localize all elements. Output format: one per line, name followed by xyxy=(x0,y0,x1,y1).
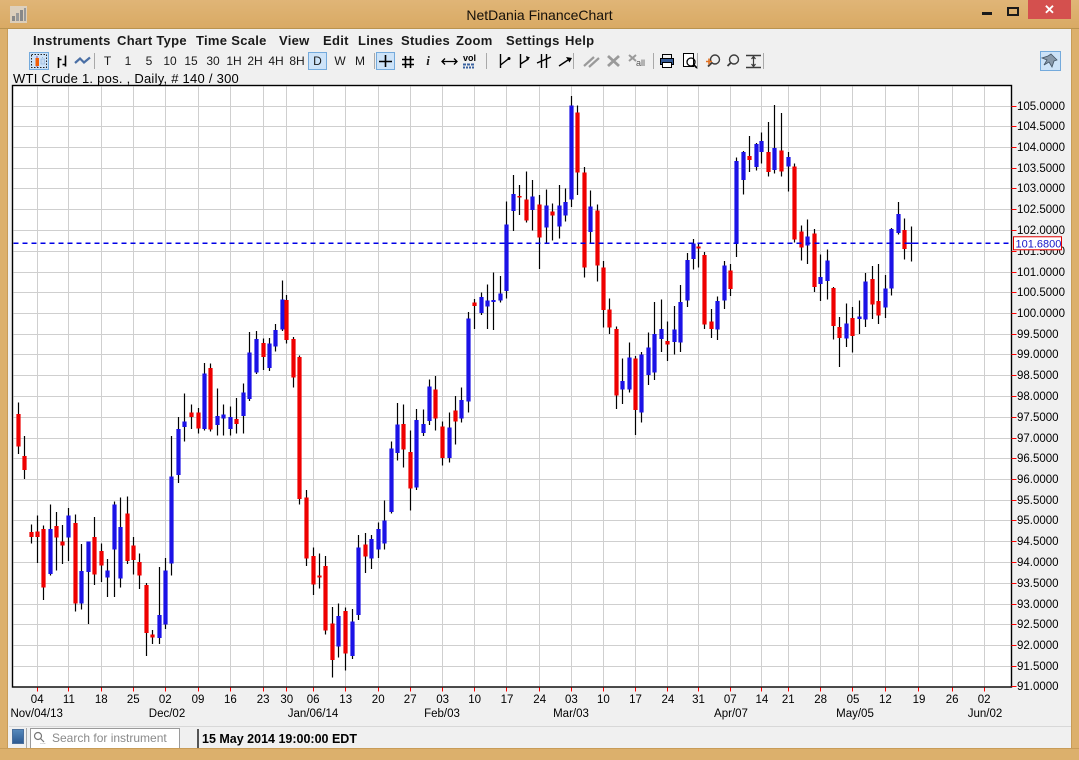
svg-text:11: 11 xyxy=(63,694,75,706)
svg-text:101.0000: 101.0000 xyxy=(1017,267,1065,279)
svg-text:19: 19 xyxy=(913,694,926,706)
svg-text:May/05: May/05 xyxy=(836,708,874,720)
svg-text:25: 25 xyxy=(127,694,140,706)
svg-text:17: 17 xyxy=(629,694,642,706)
svg-text:16: 16 xyxy=(224,694,237,706)
svg-text:94.0000: 94.0000 xyxy=(1017,557,1059,569)
svg-text:100.5000: 100.5000 xyxy=(1017,287,1065,299)
svg-text:104.0000: 104.0000 xyxy=(1017,142,1065,154)
svg-text:04: 04 xyxy=(31,694,44,706)
svg-text:02: 02 xyxy=(978,694,991,706)
svg-text:03: 03 xyxy=(565,694,578,706)
svg-text:99.0000: 99.0000 xyxy=(1017,349,1059,361)
svg-text:13: 13 xyxy=(339,694,352,706)
svg-text:23: 23 xyxy=(257,694,270,706)
svg-text:103.5000: 103.5000 xyxy=(1017,163,1065,175)
svg-text:28: 28 xyxy=(814,694,827,706)
svg-text:97.5000: 97.5000 xyxy=(1017,412,1059,424)
svg-text:96.0000: 96.0000 xyxy=(1017,474,1059,486)
svg-text:93.0000: 93.0000 xyxy=(1017,599,1059,611)
svg-text:vol: vol xyxy=(463,53,476,63)
svg-text:Jun/02: Jun/02 xyxy=(968,708,1003,720)
svg-text:104.5000: 104.5000 xyxy=(1017,121,1065,133)
svg-text:91.0000: 91.0000 xyxy=(1017,681,1059,693)
svg-text:27: 27 xyxy=(404,694,417,706)
svg-text:21: 21 xyxy=(782,694,795,706)
svg-text:12: 12 xyxy=(879,694,892,706)
svg-text:95.0000: 95.0000 xyxy=(1017,515,1059,527)
svg-text:24: 24 xyxy=(662,694,675,706)
svg-text:Jan/06/14: Jan/06/14 xyxy=(288,708,339,720)
svg-text:105.0000: 105.0000 xyxy=(1017,101,1065,113)
svg-text:96.5000: 96.5000 xyxy=(1017,453,1059,465)
svg-text:26: 26 xyxy=(946,694,959,706)
svg-text:20: 20 xyxy=(372,694,385,706)
svg-text:Mar/03: Mar/03 xyxy=(553,708,589,720)
svg-text:Apr/07: Apr/07 xyxy=(714,708,748,720)
svg-text:10: 10 xyxy=(597,694,610,706)
svg-text:Feb/03: Feb/03 xyxy=(424,708,460,720)
svg-text:100.0000: 100.0000 xyxy=(1017,308,1065,320)
svg-text:10: 10 xyxy=(468,694,481,706)
svg-text:97.0000: 97.0000 xyxy=(1017,433,1059,445)
svg-text:98.0000: 98.0000 xyxy=(1017,391,1059,403)
svg-text:18: 18 xyxy=(95,694,108,706)
svg-text:31: 31 xyxy=(692,694,705,706)
svg-text:30: 30 xyxy=(280,694,293,706)
svg-text:Nov/04/13: Nov/04/13 xyxy=(10,708,62,720)
svg-text:03: 03 xyxy=(436,694,449,706)
svg-text:102.5000: 102.5000 xyxy=(1017,204,1065,216)
svg-text:24: 24 xyxy=(533,694,546,706)
svg-text:95.5000: 95.5000 xyxy=(1017,495,1059,507)
svg-text:94.5000: 94.5000 xyxy=(1017,536,1059,548)
svg-text:all: all xyxy=(636,58,645,68)
svg-text:92.0000: 92.0000 xyxy=(1017,640,1059,652)
svg-text:09: 09 xyxy=(192,694,205,706)
svg-text:92.5000: 92.5000 xyxy=(1017,619,1059,631)
svg-text:07: 07 xyxy=(724,694,737,706)
svg-text:06: 06 xyxy=(307,694,320,706)
svg-text:99.5000: 99.5000 xyxy=(1017,329,1059,341)
svg-text:102.0000: 102.0000 xyxy=(1017,225,1065,237)
svg-text:14: 14 xyxy=(756,694,769,706)
svg-text:98.5000: 98.5000 xyxy=(1017,370,1059,382)
svg-text:91.5000: 91.5000 xyxy=(1017,661,1059,673)
svg-text:17: 17 xyxy=(501,694,514,706)
svg-text:103.0000: 103.0000 xyxy=(1017,183,1065,195)
svg-text:93.5000: 93.5000 xyxy=(1017,578,1059,590)
svg-text:...: ... xyxy=(40,739,46,745)
svg-text:02: 02 xyxy=(159,694,172,706)
svg-text:05: 05 xyxy=(847,694,860,706)
svg-text:Dec/02: Dec/02 xyxy=(149,708,185,720)
svg-text:101.6800: 101.6800 xyxy=(1016,238,1062,250)
